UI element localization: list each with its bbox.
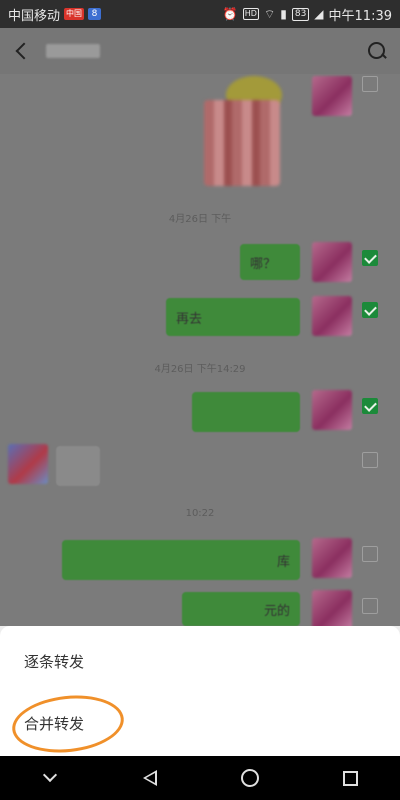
wifi-icon: ⌔ xyxy=(263,6,276,21)
sent-message-bubble: 库 xyxy=(62,540,300,580)
avatar xyxy=(312,242,352,282)
signal-icon: ▮ xyxy=(280,7,287,21)
forward-options-sheet: 逐条转发 合并转发 xyxy=(0,626,400,756)
app-badge-icon: 8 xyxy=(88,8,102,20)
merge-forward-option[interactable]: 合并转发 xyxy=(24,713,84,734)
status-right: ⏰ HD ⌔ ▮ 83 ◢ 中午11:39 xyxy=(223,5,392,24)
select-checkbox[interactable] xyxy=(362,302,378,318)
battery-icon: 83 xyxy=(291,7,310,21)
status-left: 中国移动 中国 8 xyxy=(8,5,102,24)
chat-title xyxy=(46,44,100,58)
collapse-icon[interactable] xyxy=(30,763,70,793)
back-chevron-icon[interactable] xyxy=(12,41,32,61)
status-bar: 中国移动 中国 8 ⏰ HD ⌔ ▮ 83 ◢ 中午11:39 xyxy=(0,0,400,28)
avatar xyxy=(312,590,352,630)
timestamp: 4月26日 下午 xyxy=(168,214,232,225)
sent-message-bubble: 元的 xyxy=(182,592,300,626)
avatar xyxy=(312,390,352,430)
alarm-icon: ⏰ xyxy=(222,7,238,21)
signal-strength-icon: ◢ xyxy=(314,7,324,21)
avatar xyxy=(312,76,352,116)
sent-message-bubble: 再去 xyxy=(166,298,300,336)
chat-header xyxy=(0,28,400,74)
contact-avatar xyxy=(8,444,48,484)
sent-message-bubble: 哪？ xyxy=(240,244,300,280)
select-checkbox[interactable] xyxy=(362,598,378,614)
back-triangle-icon[interactable] xyxy=(130,763,170,793)
timestamp: 10:22 xyxy=(185,508,215,519)
clock: 中午11:39 xyxy=(328,8,392,24)
system-navigation-bar xyxy=(0,756,400,800)
received-message-bubble xyxy=(56,446,100,486)
timestamp: 4月26日 下午14:29 xyxy=(154,364,246,375)
avatar xyxy=(312,538,352,578)
carrier-name: 中国移动 xyxy=(8,8,61,24)
sent-message-bubble xyxy=(192,392,300,432)
select-checkbox[interactable] xyxy=(362,76,378,92)
carrier-badge: 中国 xyxy=(64,8,85,20)
image-message xyxy=(204,100,280,186)
search-icon[interactable] xyxy=(366,40,388,62)
select-checkbox[interactable] xyxy=(362,546,378,562)
forward-one-by-one-option[interactable]: 逐条转发 xyxy=(24,651,84,672)
select-checkbox[interactable] xyxy=(362,452,378,468)
select-checkbox[interactable] xyxy=(362,250,378,266)
hd-icon: HD xyxy=(242,8,259,20)
home-circle-icon[interactable] xyxy=(230,763,270,793)
recents-square-icon[interactable] xyxy=(330,763,370,793)
chat-history: 4月26日 下午 哪？ 再去 4月26日 下午14:29 10:22 库 元的 xyxy=(0,74,400,630)
avatar xyxy=(312,296,352,336)
select-checkbox[interactable] xyxy=(362,398,378,414)
